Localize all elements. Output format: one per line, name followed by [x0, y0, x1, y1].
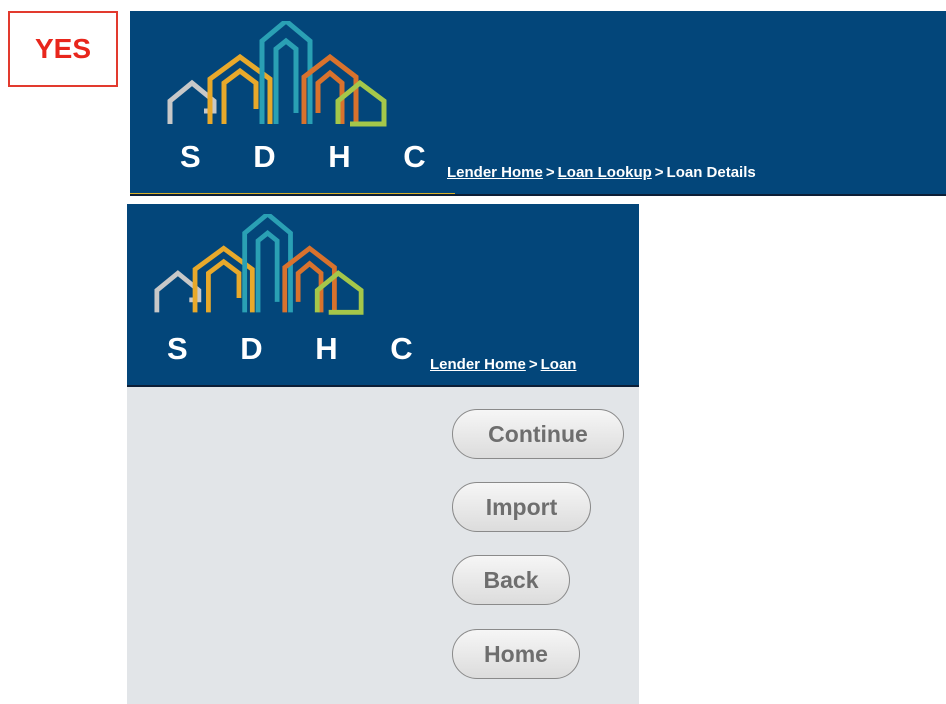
breadcrumb-separator: >: [654, 164, 664, 181]
sdhc-houses-logo-icon: [154, 214, 364, 315]
breadcrumb-current-page: Loan Details: [666, 164, 756, 181]
breadcrumb: Lender Home > Loan Lookup > Loan Details: [447, 164, 756, 181]
breadcrumb: Lender Home > Loan: [430, 356, 576, 373]
logo-text: S D H C: [180, 139, 448, 174]
breadcrumb-separator: >: [545, 164, 555, 181]
back-button[interactable]: Back: [452, 555, 570, 605]
action-panel: Continue Import Back Home: [127, 387, 639, 704]
breadcrumb-lender-home-link[interactable]: Lender Home: [447, 164, 543, 181]
import-button[interactable]: Import: [452, 482, 591, 532]
banner-bottom-border: [130, 194, 946, 196]
header-banner-narrow: S D H C Lender Home > Loan: [127, 204, 639, 387]
breadcrumb-lender-home-link[interactable]: Lender Home: [430, 356, 526, 373]
sdhc-houses-logo-icon: [167, 21, 387, 127]
breadcrumb-separator: >: [528, 356, 538, 373]
yes-label: YES: [34, 33, 92, 64]
logo-text: S D H C: [167, 331, 435, 366]
yes-label-box: YES: [8, 11, 118, 87]
continue-button[interactable]: Continue: [452, 409, 624, 459]
header-banner-wide: S D H C Lender Home > Loan Lookup > Loan Det…: [130, 11, 946, 196]
home-button[interactable]: Home: [452, 629, 580, 679]
breadcrumb-loan-lookup-link[interactable]: Loan Lookup: [558, 164, 652, 181]
breadcrumb-loan-link[interactable]: Loan: [541, 356, 577, 373]
